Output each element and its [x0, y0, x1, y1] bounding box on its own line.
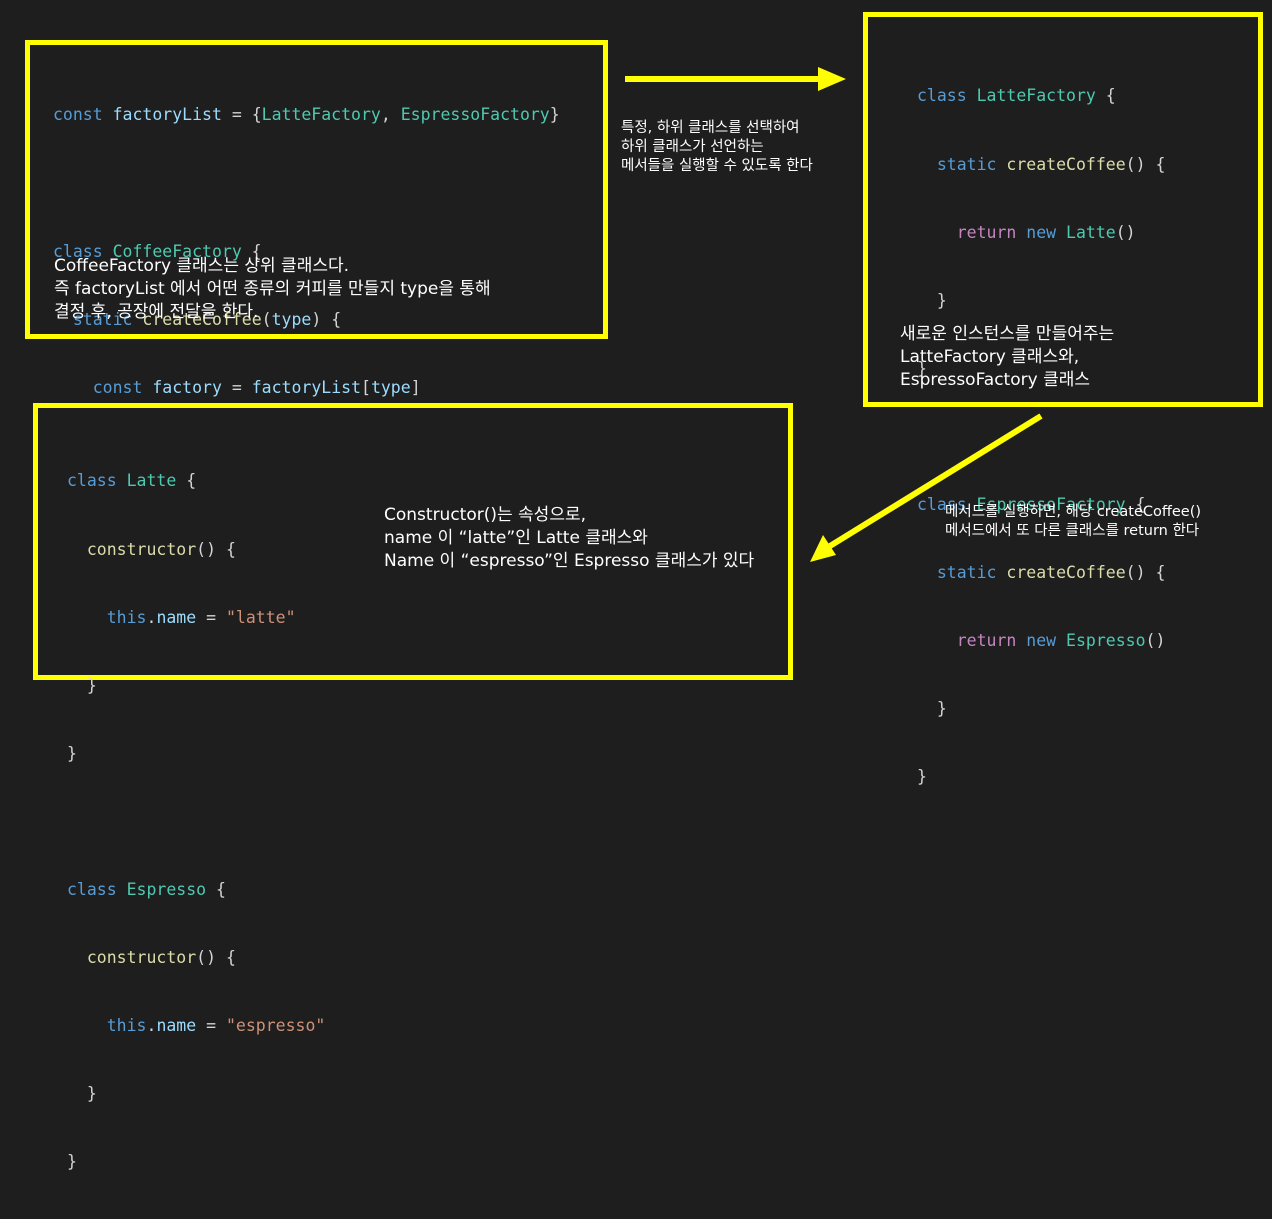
- description-line: EspressoFactory 클래스: [900, 370, 1091, 390]
- product-class-description: Constructor()는 속성으로, name 이 “latte”인 Lat…: [384, 504, 754, 573]
- code-line-factory-lookup: const factory = factoryList[type]: [92, 377, 421, 397]
- description-line: Constructor()는 속성으로,: [384, 505, 587, 525]
- note-line: 메서드를 실행하면, 해당 createCoffee(): [945, 504, 1202, 520]
- description-line: 결정 후, 공장에 전달을 한다.: [54, 302, 259, 322]
- note-line: 메서들을 실행할 수 있도록 한다: [621, 158, 813, 174]
- description-line: 즉 factoryList 에서 어떤 종류의 커피를 만들지 type을 통해: [54, 279, 491, 299]
- code-line-close-class: }: [67, 1152, 77, 1172]
- code-line-espresso-name: this.name = "espresso": [106, 1016, 326, 1036]
- code-line-close-method: }: [936, 290, 947, 310]
- code-line-latte-factory: class LatteFactory {: [917, 86, 1116, 106]
- code-line-latte-name: this.name = "latte": [106, 607, 296, 627]
- code-line-factory-list: const factoryList = {LatteFactory, Espre…: [53, 105, 560, 125]
- code-line-return-latte: return new Latte(): [956, 222, 1136, 242]
- product-class-code: class Latte { constructor() { this.name …: [67, 425, 325, 1219]
- description-line: LatteFactory 클래스와,: [900, 347, 1080, 367]
- code-line-return-espresso: return new Espresso(): [956, 631, 1166, 651]
- product-class-box: class Latte { constructor() { this.name …: [33, 403, 793, 1171]
- code-line-close-class: }: [67, 743, 77, 763]
- code-line-close-constructor: }: [86, 1084, 97, 1104]
- code-line-static-method: static createCoffee() {: [936, 563, 1166, 583]
- code-line-static-method: static createCoffee() {: [936, 154, 1166, 174]
- code-line-close-class: }: [917, 767, 927, 787]
- coffee-factory-description: CoffeeFactory 클래스는 상위 클래스다. 즉 factoryLis…: [54, 255, 491, 324]
- description-line: CoffeeFactory 클래스는 상위 클래스다.: [54, 256, 350, 276]
- subclass-factory-box: class LatteFactory { static createCoffee…: [863, 12, 1263, 786]
- description-line: 새로운 인스턴스를 만들어주는: [900, 324, 1115, 344]
- subclass-factory-description: 새로운 인스턴스를 만들어주는 LatteFactory 클래스와, Espre…: [900, 323, 1114, 392]
- coffee-factory-box: const factoryList = {LatteFactory, Espre…: [25, 40, 608, 601]
- code-line-espresso-class: class Espresso {: [67, 879, 226, 899]
- code-line-close-constructor: }: [86, 675, 97, 695]
- code-line-constructor: constructor() {: [86, 948, 236, 968]
- code-line-latte-class: class Latte {: [67, 471, 197, 491]
- note-line: 메서드에서 또 다른 클래스를 return 한다: [945, 523, 1200, 539]
- arrow-note: 특정, 하위 클래스를 선택하여 하위 클래스가 선언하는 메서들을 실행할 수…: [621, 119, 813, 176]
- note-line: 하위 클래스가 선언하는: [621, 139, 764, 155]
- code-line-close-method: }: [936, 699, 947, 719]
- return-note: 메서드를 실행하면, 해당 createCoffee() 메서드에서 또 다른 …: [945, 503, 1201, 541]
- subclass-factory-code: class LatteFactory { static createCoffee…: [917, 40, 1165, 834]
- description-line: Name 이 “espresso”인 Espresso 클래스가 있다: [384, 551, 755, 571]
- description-line: name 이 “latte”인 Latte 클래스와: [384, 528, 648, 548]
- right-arrow: [625, 67, 846, 91]
- note-line: 특정, 하위 클래스를 선택하여: [621, 120, 800, 136]
- code-line-constructor: constructor() {: [86, 539, 236, 559]
